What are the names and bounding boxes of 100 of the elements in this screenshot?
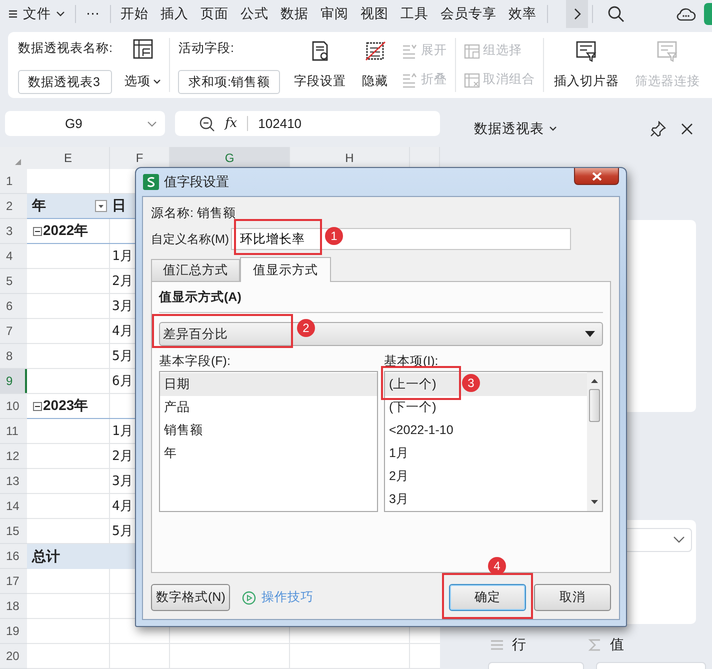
close-icon[interactable] [680,122,694,136]
text-field[interactable]: 数据透视表3 [18,70,112,94]
menu-tab[interactable]: 会员专享 [434,2,502,26]
slicer-icon [575,40,598,62]
file-menu[interactable]: 文件 [4,2,71,26]
list-item[interactable]: 年 [160,442,377,465]
menu-tab[interactable]: 工具 [394,2,434,26]
section-title: 值显示方式(A) [159,289,242,306]
row-header[interactable]: 5 [0,269,27,294]
formula-bar[interactable]: fx 102410 [175,111,440,136]
list-item[interactable]: 日期 [160,373,377,396]
account-button[interactable] [704,3,712,25]
row-header[interactable]: 18 [0,594,27,619]
collapse-icon [402,72,418,88]
text-field[interactable]: 求和项:销售额 [178,70,280,94]
scroll-down-icon[interactable] [591,500,598,504]
name-box[interactable]: G9 [5,111,165,136]
row-header[interactable]: 4 [0,244,27,269]
chevron-right-icon[interactable] [572,8,580,20]
expand-icon [402,42,418,58]
row-header[interactable]: 6 [0,294,27,319]
list-item[interactable]: 1月 [385,442,587,465]
table-cell: 2023年 [42,397,88,415]
ok-button[interactable]: 确定 [449,584,526,611]
scroll-right-button[interactable] [566,0,588,28]
row-header[interactable]: 11 [0,419,27,444]
search-icon[interactable] [606,5,624,23]
row-header[interactable]: 17 [0,569,27,594]
filter-dropdown-icon[interactable] [95,200,107,212]
column-header[interactable]: G [170,147,290,169]
field-label: 数据透视表名称: [18,40,112,57]
dropdown-arrow-icon[interactable] [585,331,595,337]
ribbon-button[interactable]: 字段设置 [292,32,348,98]
chevron-down-icon[interactable] [549,126,557,132]
menu-tab[interactable]: 页面 [194,2,234,26]
collapse-icon[interactable] [33,402,42,410]
table-cell-text: 3月 [111,298,133,315]
row-header[interactable]: 3 [0,219,27,244]
menu-tab[interactable]: 开始 [114,2,154,26]
chevron-down-icon[interactable] [673,536,685,544]
list-item[interactable]: (下一个) [385,396,587,419]
row-header[interactable]: 8 [0,344,27,369]
row-header[interactable]: 20 [0,644,27,669]
ribbon-button[interactable]: 隐藏 [360,32,390,98]
menu-tab[interactable]: 审阅 [314,2,354,26]
close-button[interactable] [574,168,619,185]
chevron-down-icon[interactable] [153,78,162,84]
row-header[interactable]: 19 [0,619,27,644]
row-header[interactable]: 14 [0,494,27,519]
scrollbar-thumb[interactable] [589,389,600,422]
more-button[interactable]: ⋯ [80,2,106,26]
dialog-tab[interactable]: 值显示方式 [240,257,331,282]
table-cell-text: 2月 [111,448,133,465]
scroll-up-icon[interactable] [591,379,598,383]
column-header[interactable]: E [27,147,110,169]
table-cell-text: 年 [30,197,46,215]
cancel-button[interactable]: 取消 [534,584,611,611]
ribbon-button[interactable]: 插入切片器 [552,32,621,98]
play-icon[interactable] [242,590,256,604]
list-item[interactable]: 3月 [385,488,587,511]
options-dropdown[interactable]: 选项 [124,73,162,90]
field-label: 自定义名称(M) [151,230,229,248]
row-header[interactable]: 1 [0,169,27,194]
number-format-button[interactable]: 数字格式(N) [151,584,230,611]
table-cell-text: 6月 [111,373,133,390]
dialog-title: 值字段设置 [164,173,229,191]
panel-title-dropdown[interactable]: 数据透视表 [474,120,557,138]
menu-icon[interactable] [8,9,18,19]
menu-tab[interactable]: 数据 [274,2,314,26]
function-button[interactable]: fx [225,116,238,131]
menu-tab[interactable]: 效率 [502,2,542,26]
row-header[interactable]: 16 [0,544,27,569]
row-header[interactable]: 9 [0,369,27,394]
table-cell-text: 4月 [111,498,133,515]
collapse-icon[interactable] [33,226,42,236]
menu-tab[interactable]: 公式 [234,2,274,26]
scrollbar[interactable] [587,372,602,511]
row-header[interactable]: 12 [0,444,27,469]
list-item[interactable]: 2月 [385,465,587,488]
row-header[interactable]: 15 [0,519,27,544]
crossed-table-icon [364,40,386,62]
pin-icon[interactable] [650,121,666,137]
list-item[interactable]: 销售额 [160,419,377,442]
row-header[interactable]: 2 [0,194,27,219]
list-item[interactable]: <2022-1-10 [385,419,587,442]
row-header[interactable]: 7 [0,319,27,344]
row-header[interactable]: 10 [0,394,27,419]
table-cell-text: 总计 [30,548,60,566]
table-icon [464,72,480,88]
list-item[interactable]: 产品 [160,396,377,419]
menu-tab[interactable]: 插入 [154,2,194,26]
menu-tab[interactable]: 视图 [354,2,394,26]
row-header[interactable]: 13 [0,469,27,494]
table-icon [464,42,480,58]
table-cell-text: 3月 [111,473,133,490]
area-label: 行 [512,636,526,654]
chevron-down-icon[interactable] [56,11,65,17]
zoom-out-icon[interactable] [199,116,215,132]
dialog-tab[interactable]: 值汇总方式 [151,259,240,281]
cloud-icon[interactable] [676,6,696,22]
